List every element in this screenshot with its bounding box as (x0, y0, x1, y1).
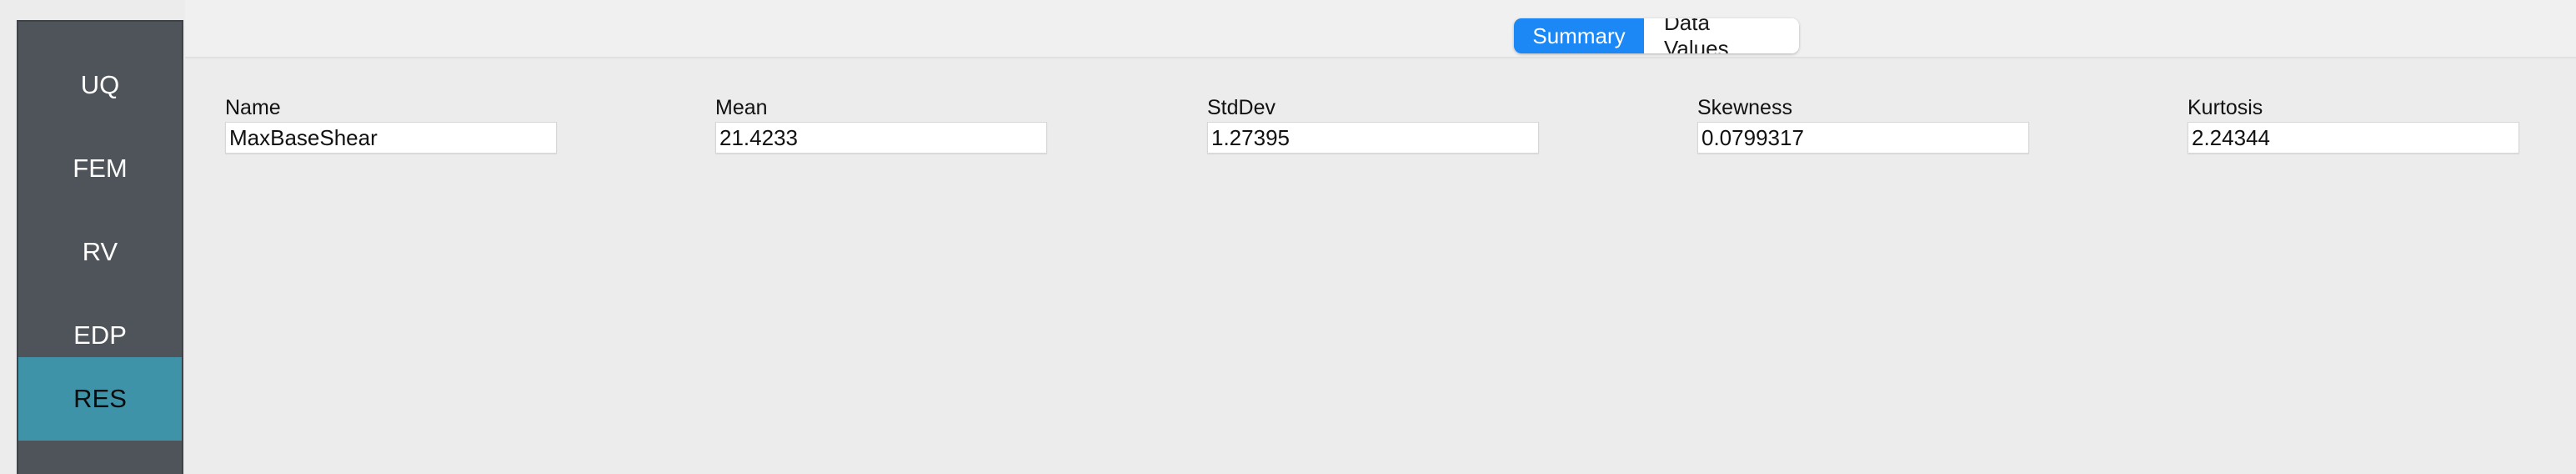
tab-summary[interactable]: Summary (1514, 18, 1644, 53)
tab-bar: Summary Data Values (185, 0, 2576, 58)
sidebar-item-fem[interactable]: FEM (18, 127, 182, 210)
skewness-field-group: Skewness (1697, 95, 2029, 154)
sidebar-item-res[interactable]: RES (18, 357, 182, 441)
mean-label: Mean (715, 96, 768, 119)
kurtosis-field-group: Kurtosis (2188, 95, 2519, 154)
sidebar-item-rv[interactable]: RV (18, 210, 182, 294)
skewness-label: Skewness (1697, 96, 1792, 119)
segmented-tabs: Summary Data Values (1514, 18, 1799, 53)
name-field[interactable] (225, 122, 557, 154)
sidebar-item-label: UQ (80, 70, 120, 99)
stddev-field[interactable] (1207, 122, 1539, 154)
sidebar: UQ FEM RV EDP RES (17, 20, 183, 474)
sidebar-item-label: FEM (73, 154, 128, 183)
mean-field[interactable] (715, 122, 1047, 154)
name-label: Name (225, 96, 281, 119)
stddev-label: StdDev (1207, 96, 1275, 119)
sidebar-item-label: EDP (73, 320, 127, 350)
sidebar-item-label: RES (73, 384, 127, 413)
mean-field-group: Mean (715, 95, 1047, 154)
tab-data-values[interactable]: Data Values (1644, 18, 1799, 53)
name-field-group: Name (225, 95, 557, 154)
sidebar-item-uq[interactable]: UQ (18, 43, 182, 127)
kurtosis-field[interactable] (2188, 122, 2519, 154)
kurtosis-label: Kurtosis (2188, 96, 2263, 119)
app-window: UQ FEM RV EDP RES Summary Data Values Na… (0, 0, 2576, 474)
sidebar-item-label: RV (82, 237, 118, 266)
stddev-field-group: StdDev (1207, 95, 1539, 154)
skewness-field[interactable] (1697, 122, 2029, 154)
